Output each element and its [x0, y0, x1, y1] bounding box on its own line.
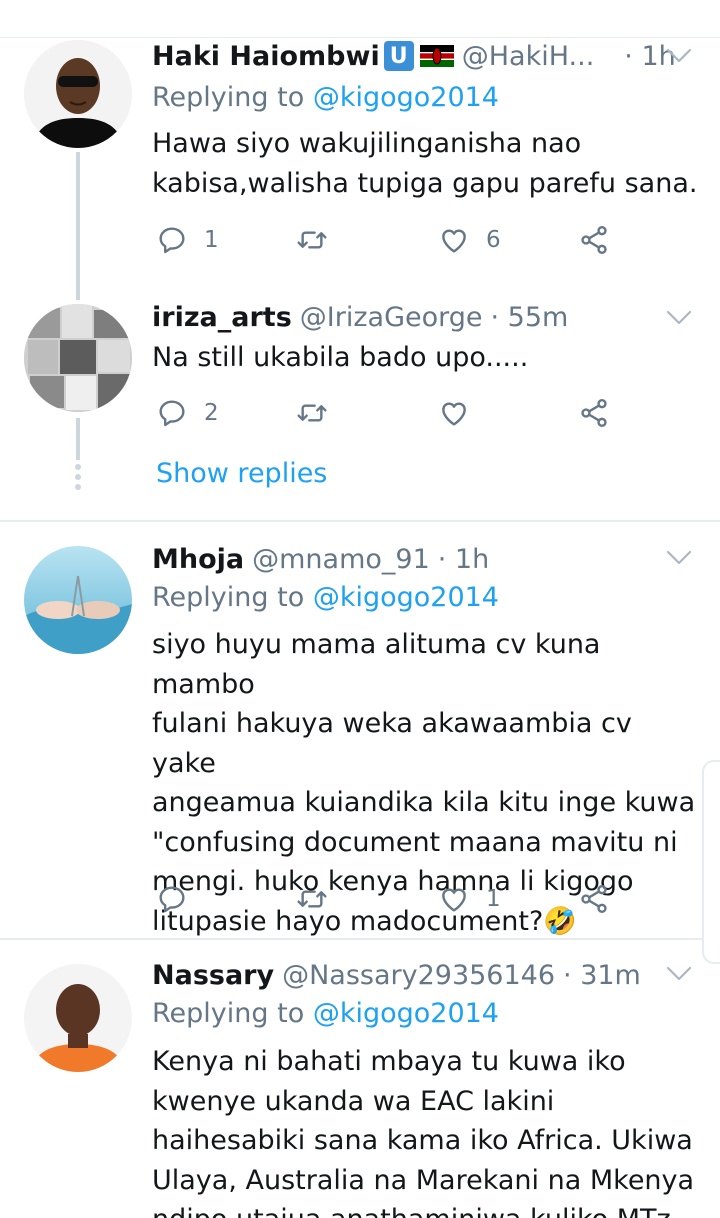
user-handle[interactable]: @HakiH...: [462, 41, 595, 72]
reply-count: 2: [204, 400, 219, 426]
display-name[interactable]: Haki Haiombwi: [152, 41, 380, 72]
tweet-mhoja[interactable]: Mhoja @mnamo_91 · 1h Replying to @kigogo…: [0, 522, 720, 940]
display-name[interactable]: Mhoja: [152, 544, 244, 575]
like-icon: [438, 883, 470, 915]
like-icon: [438, 397, 470, 429]
share-icon: [578, 397, 610, 429]
replying-label: Replying to: [152, 582, 305, 613]
share-button[interactable]: [578, 220, 610, 260]
replying-label: Replying to: [152, 998, 305, 1029]
avatar[interactable]: [24, 40, 132, 148]
user-handle[interactable]: @Nassary29356146: [282, 960, 555, 991]
replying-to: Replying to @kigogo2014: [152, 82, 499, 113]
tweet-text: Kenya ni bahati mbaya tu kuwa iko kwenye…: [152, 1046, 695, 1218]
retweet-button[interactable]: [296, 393, 344, 433]
share-button[interactable]: [578, 879, 610, 919]
tweet-time[interactable]: · 55m: [491, 302, 569, 333]
chevron-down-icon[interactable]: [666, 310, 692, 326]
reply-icon: [156, 224, 188, 256]
tweet-header: iriza_arts @IrizaGeorge · 55m: [152, 297, 568, 337]
mention-link[interactable]: @kigogo2014: [313, 582, 499, 613]
scroll-handle[interactable]: [702, 760, 720, 964]
like-icon: [438, 224, 470, 256]
retweet-icon: [296, 224, 328, 256]
avatar[interactable]: [24, 546, 132, 654]
tweet-iriza-arts[interactable]: iriza_arts @IrizaGeorge · 55m Na still u…: [0, 300, 720, 522]
tweet-actions: 1: [156, 879, 616, 919]
reply-count: 1: [204, 227, 219, 253]
thread-dots: [75, 464, 81, 494]
chevron-down-icon[interactable]: [666, 550, 692, 566]
reply-button[interactable]: 1: [156, 220, 219, 260]
thread-line: [76, 152, 80, 300]
share-button[interactable]: [578, 393, 610, 433]
reply-icon: [156, 883, 188, 915]
like-count: 1: [486, 886, 501, 912]
mention-link[interactable]: @kigogo2014: [313, 998, 499, 1029]
tweet-haki-haiombwi[interactable]: Haki Haiombwi U @HakiH... · 1h Replying …: [0, 0, 720, 300]
like-button[interactable]: 6: [438, 220, 501, 260]
tweet-header: Nassary @Nassary29356146 · 31m: [152, 955, 641, 995]
like-count: 6: [486, 227, 501, 253]
kenya-flag-icon: [419, 45, 454, 67]
tweet-header: Haki Haiombwi U @HakiH... · 1h: [152, 36, 676, 76]
tweet-nassary[interactable]: Nassary @Nassary29356146 · 31m Replying …: [0, 940, 720, 1218]
show-replies-link[interactable]: Show replies: [156, 458, 327, 489]
tweet-actions: 1 6: [156, 220, 616, 260]
tweet-time[interactable]: · 1h: [438, 544, 489, 575]
reply-button[interactable]: [156, 879, 204, 919]
tweet-time[interactable]: · 31m: [563, 960, 641, 991]
retweet-icon: [296, 397, 328, 429]
share-icon: [578, 224, 610, 256]
retweet-icon: [296, 883, 328, 915]
replying-label: Replying to: [152, 82, 305, 113]
mention-link[interactable]: @kigogo2014: [313, 82, 499, 113]
retweet-button[interactable]: [296, 879, 344, 919]
retweet-button[interactable]: [296, 220, 344, 260]
display-name[interactable]: iriza_arts: [152, 302, 292, 333]
chevron-down-icon[interactable]: [666, 48, 692, 64]
like-button[interactable]: [438, 393, 486, 433]
like-button[interactable]: 1: [438, 879, 501, 919]
user-handle[interactable]: @IrizaGeorge: [300, 302, 483, 333]
tweet-actions: 2: [156, 393, 616, 433]
avatar[interactable]: [24, 304, 132, 412]
share-icon: [578, 883, 610, 915]
tweet-text: Hawa siyo wakujilinganisha nao kabisa,wa…: [152, 128, 698, 199]
reply-button[interactable]: 2: [156, 393, 219, 433]
avatar[interactable]: [24, 964, 132, 1072]
replying-to: Replying to @kigogo2014: [152, 998, 499, 1029]
replying-to: Replying to @kigogo2014: [152, 582, 499, 613]
user-handle[interactable]: @mnamo_91: [252, 544, 430, 575]
chevron-down-icon[interactable]: [666, 966, 692, 982]
tweet-text: Na still ukabila bado upo.....: [152, 342, 529, 373]
display-name[interactable]: Nassary: [152, 960, 274, 991]
reply-icon: [156, 397, 188, 429]
verified-u-badge: U: [383, 41, 414, 71]
tweet-header: Mhoja @mnamo_91 · 1h: [152, 539, 489, 579]
thread-line: [76, 418, 80, 460]
